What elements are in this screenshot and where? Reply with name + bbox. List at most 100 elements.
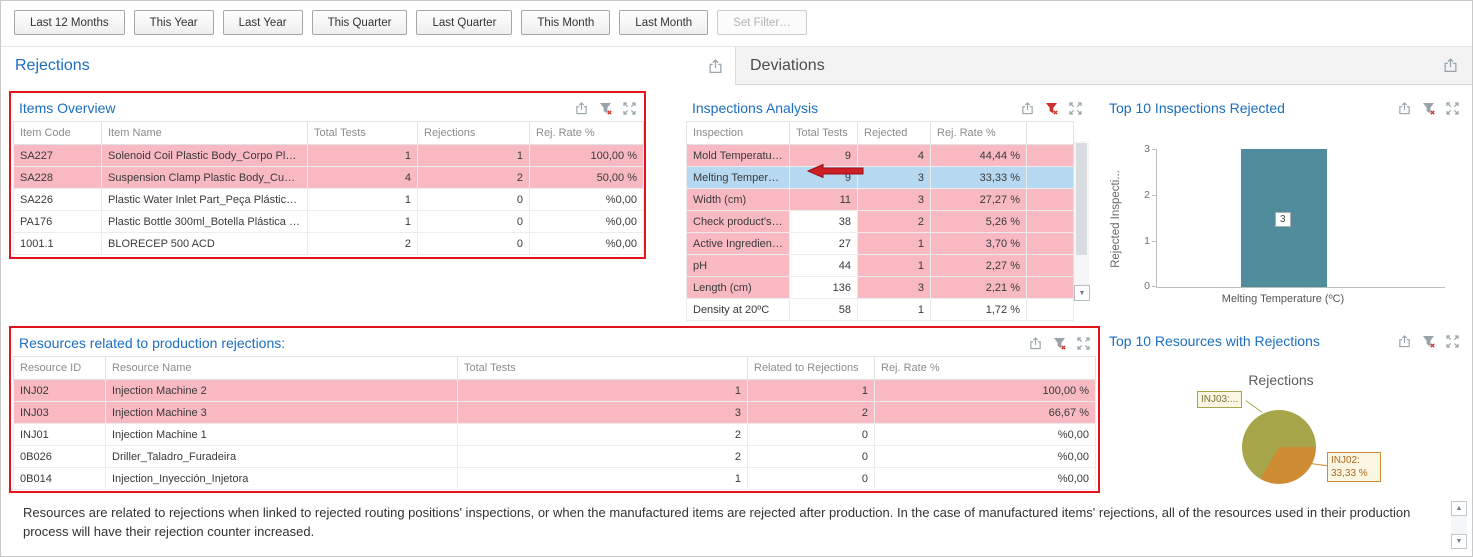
set-filter-button[interactable]: Set Filter… [717,10,807,35]
column-header[interactable]: Resource Name [106,357,458,380]
column-header[interactable]: Item Name [102,122,308,145]
scroll-down-button[interactable]: ▼ [1451,534,1467,549]
scrollbar-thumb[interactable] [1076,143,1087,255]
panel-header: Inspections Analysis [684,93,1090,121]
maximize-icon[interactable] [623,102,636,115]
table-row[interactable]: INJ02 Injection Machine 2 1 1 100,00 % [14,380,1096,402]
pie-leader-line [1246,400,1263,413]
cell: 2 [748,402,875,424]
filter-last-month-button[interactable]: Last Month [619,10,708,35]
scroll-up-button[interactable]: ▲ [1451,501,1467,516]
y-tick-label: 3 [1133,143,1150,155]
column-header[interactable]: Total Tests [458,357,748,380]
cell: Plastic Bottle 300ml_Botella Plástica 3.… [102,211,308,233]
column-header[interactable]: Total Tests [790,122,858,145]
filter-last-quarter-button[interactable]: Last Quarter [416,10,512,35]
export-icon[interactable] [1443,58,1458,73]
cell: 3 [858,277,931,299]
table-row[interactable]: SA227 Solenoid Coil Plastic Body_Corpo P… [14,145,644,167]
cell: Suspension Clamp Plastic Body_Cuer... [102,167,308,189]
column-header[interactable]: Rej. Rate % [931,122,1027,145]
top-inspections-rejected-panel: Top 10 Inspections Rejected Rejected Ins… [1101,93,1467,315]
table-row-selected[interactable]: Melting Temperature (º... 9 3 33,33 % [687,167,1074,189]
table-row[interactable]: Length (cm) 136 3 2,21 % [687,277,1074,299]
column-header[interactable]: Resource ID [14,357,106,380]
table-row[interactable]: INJ01 Injection Machine 1 2 0 %0,00 [14,424,1096,446]
column-header[interactable]: Item Code [14,122,102,145]
column-header[interactable]: Rej. Rate % [530,122,644,145]
cell: Length (cm) [687,277,790,299]
filter-this-quarter-button[interactable]: This Quarter [312,10,408,35]
export-icon[interactable] [1021,102,1034,115]
cell [1027,277,1074,299]
table-row[interactable]: INJ03 Injection Machine 3 3 2 66,67 % [14,402,1096,424]
cell: SA227 [14,145,102,167]
clear-filter-icon[interactable] [1422,335,1435,348]
filter-last-12-months-button[interactable]: Last 12 Months [14,10,125,35]
scroll-down-button[interactable]: ▼ [1074,285,1090,301]
table-row[interactable]: Check product's appea... 38 2 5,26 % [687,211,1074,233]
column-header[interactable]: Rejected [858,122,931,145]
table-row[interactable]: Active Ingredient Conc... 27 1 3,70 % [687,233,1074,255]
column-header[interactable]: Inspection [687,122,790,145]
tab-rejections[interactable]: Rejections [1,47,735,85]
column-header[interactable]: Total Tests [308,122,418,145]
cell [1027,167,1074,189]
cell [1027,189,1074,211]
table-row[interactable]: Mold Temperature (ºC) 9 4 44,44 % [687,145,1074,167]
table-row[interactable]: 1001.1 BLORECEP 500 ACD 2 0 %0,00 [14,233,644,255]
bar-data-label: 3 [1275,212,1291,227]
inspections-analysis-panel: Inspections Analysis Inspection Total Te… [684,93,1090,315]
cell: 100,00 % [530,145,644,167]
export-icon[interactable] [1029,337,1042,350]
inspections-table: Inspection Total Tests Rejected Rej. Rat… [686,121,1074,321]
table-row[interactable]: 0B026 Driller_Taladro_Furadeira 2 0 %0,0… [14,446,1096,468]
panel-title: Inspections Analysis [692,100,818,116]
cell: Mold Temperature (ºC) [687,145,790,167]
cell [1027,299,1074,321]
clear-filter-icon[interactable] [599,102,612,115]
filter-last-year-button[interactable]: Last Year [223,10,303,35]
cell: PA176 [14,211,102,233]
panel-title: Top 10 Resources with Rejections [1109,333,1320,349]
tab-deviations[interactable]: Deviations [735,47,1472,85]
pie[interactable] [1242,410,1316,484]
scrollbar[interactable]: ▲ ▼ [1451,501,1467,549]
clear-filter-icon[interactable] [1045,102,1058,115]
filter-this-month-button[interactable]: This Month [521,10,610,35]
table-row[interactable]: SA226 Plastic Water Inlet Part_Peça Plás… [14,189,644,211]
table-row[interactable]: 0B014 Injection_Inyección_Injetora 1 0 %… [14,468,1096,490]
column-header[interactable]: Rejections [418,122,530,145]
table-row[interactable]: Density at 20ºC 58 1 1,72 % [687,299,1074,321]
cell: SA228 [14,167,102,189]
export-icon[interactable] [1398,335,1411,348]
maximize-icon[interactable] [1446,335,1459,348]
pie-slice-label: INJ03:... [1197,391,1242,408]
scrollbar[interactable]: ▼ [1073,141,1089,301]
cell: 3 [458,402,748,424]
maximize-icon[interactable] [1077,337,1090,350]
table-row[interactable]: PA176 Plastic Bottle 300ml_Botella Plást… [14,211,644,233]
cell: INJ02 [14,380,106,402]
column-header[interactable]: Related to Rejections [748,357,875,380]
export-icon[interactable] [708,59,723,74]
cell: 3,70 % [931,233,1027,255]
cell: 1 [458,468,748,490]
cell: Injection Machine 1 [106,424,458,446]
panel-header: Top 10 Inspections Rejected [1101,93,1467,121]
export-icon[interactable] [1398,102,1411,115]
cell: 1 [858,255,931,277]
cell: 2 [458,424,748,446]
table-row[interactable]: pH 44 1 2,27 % [687,255,1074,277]
export-icon[interactable] [575,102,588,115]
column-header[interactable]: Rej. Rate % [875,357,1096,380]
table-row[interactable]: Width (cm) 11 3 27,27 % [687,189,1074,211]
cell: 0B014 [14,468,106,490]
table-row[interactable]: SA228 Suspension Clamp Plastic Body_Cuer… [14,167,644,189]
maximize-icon[interactable] [1446,102,1459,115]
maximize-icon[interactable] [1069,102,1082,115]
clear-filter-icon[interactable] [1422,102,1435,115]
filter-this-year-button[interactable]: This Year [134,10,214,35]
y-tick-label: 0 [1133,280,1150,292]
clear-filter-icon[interactable] [1053,337,1066,350]
